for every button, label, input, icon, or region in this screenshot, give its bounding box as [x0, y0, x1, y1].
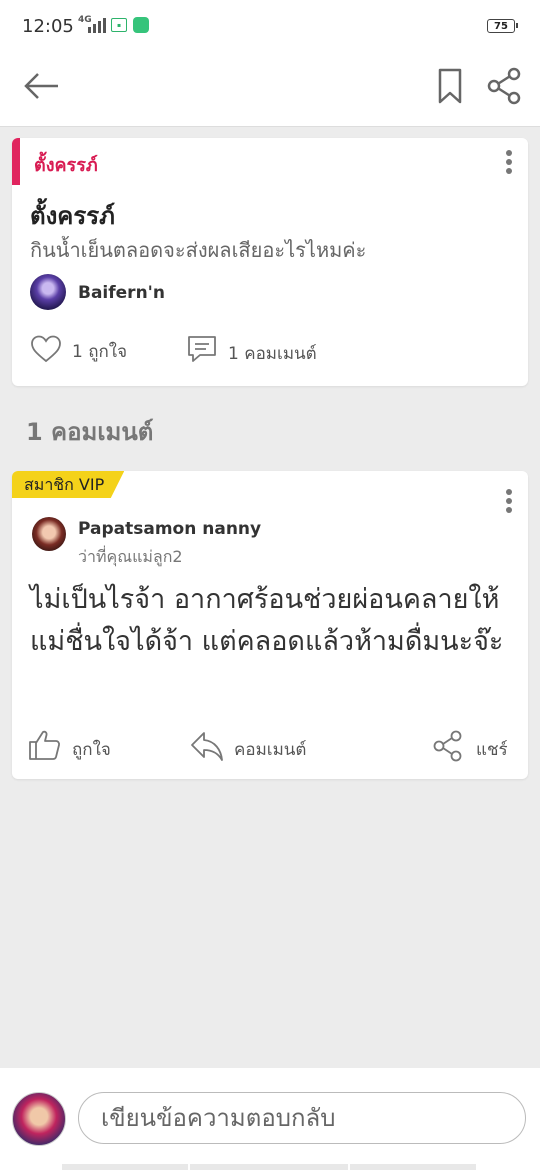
battery-icon: 75 — [487, 19, 518, 33]
signal-icon — [88, 18, 106, 33]
like-label: ถูกใจ — [72, 740, 111, 760]
status-time: 12:05 — [22, 16, 74, 37]
avatar[interactable] — [32, 517, 66, 551]
reply-input[interactable] — [78, 1092, 526, 1144]
author-name[interactable]: Baifern'n — [78, 283, 165, 303]
app-notification-icon-2 — [133, 17, 149, 33]
post-title: ตั้งครรภ์ — [30, 202, 115, 230]
avatar — [12, 1092, 66, 1146]
heart-icon — [31, 335, 61, 363]
vip-badge: สมาชิก VIP — [12, 471, 125, 498]
commenter-subtitle: ว่าที่คุณแม่ลูก2 — [78, 547, 183, 566]
top-bar — [0, 54, 540, 127]
back-arrow-icon[interactable] — [22, 66, 62, 106]
nav-hint-bar — [350, 1164, 476, 1170]
post-card: ตั้งครรภ์ ตั้งครรภ์ กินน้ำเย็นตลอดจะส่งผ… — [12, 138, 528, 386]
like-comment-button[interactable]: ถูกใจ — [28, 729, 138, 765]
status-bar: 12:05 4G ▪ 75 — [0, 0, 540, 54]
share-icon[interactable] — [484, 66, 524, 106]
commenter-name[interactable]: Papatsamon nanny — [78, 519, 261, 539]
category-accent — [12, 138, 20, 185]
nav-hint-bar — [62, 1164, 188, 1170]
post-body: กินน้ำเย็นตลอดจะส่งผลเสียอะไรไหมค่ะ — [30, 238, 367, 262]
share-icon — [433, 730, 462, 762]
thumbs-up-icon — [29, 730, 60, 760]
comment-count: 1 คอมเมนต์ — [228, 344, 317, 364]
reply-composer — [0, 1068, 540, 1170]
reply-arrow-icon — [191, 732, 223, 761]
more-options-icon[interactable] — [504, 150, 514, 180]
comment-card: สมาชิก VIP Papatsamon nanny ว่าที่คุณแม่… — [12, 471, 528, 779]
category-label[interactable]: ตั้งครรภ์ — [34, 150, 98, 179]
share-comment-button[interactable]: แชร์ — [432, 729, 522, 765]
comment-bubble-icon — [188, 336, 216, 362]
reply-button[interactable]: คอมเมนต์ — [190, 729, 330, 765]
avatar[interactable] — [30, 274, 66, 310]
reply-label: คอมเมนต์ — [234, 740, 307, 760]
share-label: แชร์ — [476, 740, 508, 760]
comment-actions: ถูกใจ คอมเมนต์ แชร์ — [12, 729, 528, 765]
more-options-icon[interactable] — [504, 489, 514, 519]
nav-hint-bar — [190, 1164, 348, 1170]
comments-heading: 1 คอมเมนต์ — [26, 418, 154, 446]
like-count: 1 ถูกใจ — [72, 342, 128, 362]
bookmark-icon[interactable] — [436, 66, 464, 106]
comment-body: ไม่เป็นไรจ้า อากาศร้อนช่วยผ่อนคลายให้แม่… — [30, 584, 504, 657]
app-notification-icon: ▪ — [111, 18, 127, 32]
